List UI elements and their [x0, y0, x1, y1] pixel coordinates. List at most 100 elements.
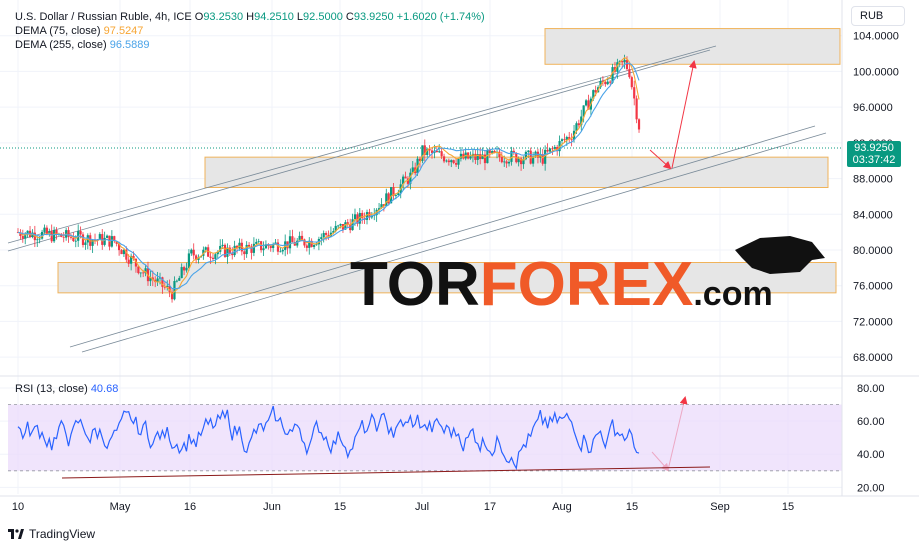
y-tick-label: 72.0000: [853, 316, 893, 328]
candle-body: [221, 244, 224, 246]
rsi-legend[interactable]: RSI (13, close) 40.68: [15, 382, 118, 396]
candle-body: [81, 234, 85, 245]
candle-body: [269, 246, 272, 249]
candle-body: [214, 254, 217, 259]
ohlc-value: 92.5000: [303, 11, 343, 23]
tradingview-label: TradingView: [29, 527, 96, 541]
rsi-pane: [8, 404, 842, 479]
ohlc-value: 93.9250: [353, 11, 394, 23]
x-tick-label: Sep: [710, 501, 730, 513]
candle-body: [548, 148, 552, 152]
candle-body: [450, 160, 453, 163]
rsi-tick-label: 60.00: [857, 416, 885, 428]
x-tick-label: Jun: [263, 501, 281, 513]
candle-body: [79, 231, 82, 235]
y-tick-label: 100.0000: [853, 66, 899, 78]
candle-body: [577, 123, 580, 126]
dema75-value: 97.5247: [103, 25, 144, 37]
candle-body: [74, 240, 77, 242]
candle-body: [606, 81, 609, 85]
candle-body: [527, 150, 530, 152]
candle-body: [209, 256, 212, 258]
candle-body: [322, 233, 325, 238]
candle-body: [38, 238, 41, 240]
candle-body: [447, 160, 450, 163]
candle-body: [180, 267, 183, 279]
candle-body: [442, 156, 446, 162]
candle-body: [469, 156, 472, 159]
candle-body: [394, 195, 398, 196]
candle-body: [279, 251, 282, 253]
rsi-label: RSI (13, close): [15, 383, 88, 395]
symbol-title: U.S. Dollar / Russian Ruble, 4h, ICE: [15, 11, 192, 23]
candle-body: [404, 176, 407, 179]
x-tick-label: 15: [626, 501, 638, 513]
tradingview-branding[interactable]: TradingView: [8, 527, 95, 541]
x-tick-label: 17: [484, 501, 496, 513]
rsi-band: [8, 404, 842, 471]
candle-body: [339, 224, 342, 226]
price-zone: [544, 28, 841, 65]
candle-body: [105, 235, 109, 238]
candle-body: [84, 242, 87, 245]
candle-body: [53, 230, 56, 242]
candle-body: [488, 150, 491, 153]
dema75-label: DEMA (75, close): [15, 25, 101, 37]
last-price: 93.9250: [854, 142, 894, 154]
candle-body: [445, 160, 448, 162]
y-tick-label: 80.0000: [853, 245, 893, 257]
torforex-watermark: TORFOREX.com: [350, 236, 825, 319]
candle-body: [483, 154, 487, 164]
candle-body: [142, 272, 145, 274]
candle-body: [120, 250, 123, 255]
x-tick-label: Aug: [552, 501, 572, 513]
symbol-legend[interactable]: U.S. Dollar / Russian Ruble, 4h, ICE O93…: [15, 10, 485, 24]
candle-body: [440, 151, 443, 157]
candle-body: [36, 239, 39, 241]
candle-body: [623, 59, 626, 63]
dema255-legend[interactable]: DEMA (255, close) 96.5889: [15, 38, 150, 52]
x-tick-label: 15: [782, 501, 794, 513]
candle-body: [305, 245, 308, 248]
y-tick-label: 84.0000: [853, 209, 893, 221]
candle-body: [262, 248, 265, 251]
y-tick-label: 68.0000: [853, 352, 893, 364]
rsi-tick-label: 20.00: [857, 482, 885, 494]
candle-body: [454, 163, 458, 165]
chart-canvas[interactable]: TORFOREX.com 68.000072.000076.000080.000…: [0, 0, 919, 547]
candle-body: [551, 148, 554, 150]
candle-body: [604, 81, 607, 85]
candle-body: [288, 236, 292, 249]
candle-body: [185, 267, 188, 271]
candle-body: [553, 146, 556, 149]
y-tick-label: 104.0000: [853, 31, 899, 43]
candle-body: [252, 243, 255, 253]
watermark-text: TORFOREX.com: [350, 250, 773, 319]
dema75-legend[interactable]: DEMA (75, close) 97.5247: [15, 24, 143, 38]
candle-body: [67, 230, 70, 237]
ohlc-key: C: [345, 11, 354, 23]
candle-body: [474, 153, 477, 160]
dema255-value: 96.5889: [109, 39, 150, 51]
candle-body: [546, 149, 549, 152]
candle-body: [110, 236, 113, 247]
candle-body: [312, 245, 316, 247]
candle-body: [182, 267, 186, 271]
candle-body: [62, 236, 65, 238]
candle-body: [281, 249, 284, 252]
candle-body: [69, 236, 73, 238]
candle-body: [503, 161, 506, 163]
x-tick-label: 16: [184, 501, 196, 513]
ohlc-key: H: [246, 11, 255, 23]
currency-button[interactable]: RUB: [851, 6, 905, 26]
candle-body: [625, 59, 629, 70]
x-tick-label: 10: [12, 501, 24, 513]
change-value: +1.6020 (+1.74%): [396, 11, 485, 23]
rsi-tick-label: 40.00: [857, 449, 885, 461]
rsi-tick-label: 80.00: [857, 383, 885, 395]
candle-body: [173, 281, 176, 300]
candle-body: [320, 237, 323, 239]
candle-body: [257, 241, 260, 243]
ohlc-value: 94.2510: [254, 11, 294, 23]
candle-body: [300, 235, 304, 240]
